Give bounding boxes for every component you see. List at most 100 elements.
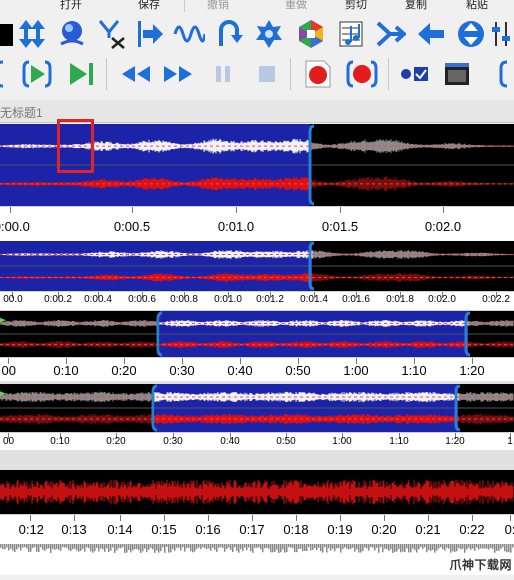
waveform-sample	[132, 544, 134, 550]
waveform-panel-6[interactable]	[0, 542, 514, 575]
insert-arrow-icon[interactable]	[133, 16, 167, 52]
waveform-sample	[328, 544, 330, 548]
redo-label[interactable]: 重做	[285, 0, 307, 12]
cut-label[interactable]: 剪切	[345, 0, 367, 12]
pause-icon[interactable]	[206, 59, 240, 89]
waveform-sample	[8, 544, 10, 550]
waveform-sample	[340, 544, 342, 553]
waveform-sample	[246, 544, 248, 550]
waveform-panel-3[interactable]	[0, 311, 514, 357]
waveform-sample	[128, 544, 130, 550]
waveform-sample	[294, 544, 296, 552]
waveform-sample	[292, 544, 294, 548]
waveform-sample	[114, 544, 116, 553]
waveform-panel-4[interactable]	[0, 384, 514, 432]
waveform-sample	[48, 544, 50, 548]
mixer-sliders-icon[interactable]	[490, 16, 514, 52]
vertical-resize-icon[interactable]	[454, 16, 488, 52]
time-ruler-2[interactable]: 00.00:00.20:00.40:00.60:00.80:01.00:01.2…	[0, 291, 514, 311]
stop-icon[interactable]	[250, 59, 284, 89]
waveform-sample	[90, 544, 92, 551]
waveform-sample	[356, 544, 358, 549]
waveform-sample	[376, 544, 378, 548]
waveform-sample	[314, 544, 316, 548]
ruler-tick-label: 1:10	[389, 436, 408, 447]
record-new-icon[interactable]	[300, 59, 336, 89]
ruler-tick-label: 00.0	[3, 294, 22, 305]
waveform-sample	[42, 544, 44, 550]
paste-label[interactable]: 粘贴	[466, 0, 488, 12]
document-tab-title[interactable]: 无标题1	[0, 104, 43, 121]
waveform-sample	[320, 544, 322, 551]
record-check-icon[interactable]	[396, 59, 432, 89]
waveform-sample	[348, 544, 350, 549]
ruler-tick	[428, 515, 429, 521]
waveform-sample	[78, 544, 80, 552]
color-palette-icon[interactable]	[294, 16, 328, 52]
waveform-sample	[278, 544, 280, 553]
time-ruler-5[interactable]: 0:120:130:140:150:160:170:180:190:200:21…	[0, 514, 514, 544]
bracket-marker-icon[interactable]	[0, 59, 8, 89]
sine-wave-icon[interactable]	[172, 16, 206, 52]
ruler-tick	[252, 515, 253, 521]
waveform-sample	[288, 544, 290, 547]
play-selection-icon[interactable]	[20, 59, 54, 89]
waveform-sample	[366, 544, 368, 548]
waveform-sample	[182, 544, 184, 547]
waveform-sample	[112, 544, 114, 547]
waveform-panel-2[interactable]	[0, 241, 514, 291]
trim-icon[interactable]	[95, 16, 129, 52]
effects-gear-icon[interactable]	[252, 16, 286, 52]
waveform-sample	[16, 544, 18, 549]
waveform-sample	[374, 544, 376, 550]
sphere-marker-icon[interactable]	[55, 16, 89, 52]
play-to-end-icon[interactable]	[64, 59, 98, 89]
waveform-sample	[316, 544, 318, 550]
copy-label[interactable]: 复制	[405, 0, 427, 12]
ruler-tick-label: 0:10	[53, 363, 78, 378]
ruler-tick	[74, 515, 75, 521]
open-label[interactable]: 打开	[60, 0, 82, 12]
waveform-sample	[258, 544, 260, 547]
waveform-sample	[92, 544, 94, 553]
fast-forward-icon[interactable]	[158, 59, 198, 89]
time-ruler-1[interactable]: 0:00.00:00.50:01.00:01.50:02.0	[0, 206, 514, 242]
rewind-icon[interactable]	[116, 59, 156, 89]
ruler-tick-label: 0:01.0	[214, 294, 242, 305]
save-label[interactable]: 保存	[138, 0, 160, 12]
ruler-tick-label: 1	[507, 436, 513, 447]
ruler-tick-label: 1:00	[332, 436, 351, 447]
undo-label[interactable]: 撤销	[207, 0, 229, 12]
waveform-sample	[216, 544, 218, 552]
arrow-left-icon[interactable]	[414, 16, 448, 52]
waveform-sample	[260, 544, 262, 549]
time-ruler-4[interactable]: 000:100:200:300:400:501:001:101:201	[0, 432, 514, 452]
waveform-sample	[306, 544, 308, 551]
ruler-tick-label: 0:00.0	[0, 219, 30, 234]
ruler-tick-label: 0:40	[220, 436, 239, 447]
ruler-tick-label: 1:10	[401, 363, 426, 378]
waveform-sample	[76, 544, 78, 551]
music-notes-icon[interactable]	[334, 16, 368, 52]
merge-arrows-icon[interactable]	[374, 16, 408, 52]
waveform-sample	[358, 544, 360, 553]
loop-icon[interactable]	[212, 16, 246, 52]
waveform-sample	[268, 544, 270, 549]
ruler-tick-label: 00	[3, 436, 14, 447]
waveform-sample	[336, 544, 338, 548]
time-ruler-3[interactable]: 000:100:200:300:400:501:001:101:20	[0, 357, 514, 383]
waveform-sample	[110, 544, 112, 551]
record-selection-icon[interactable]	[344, 59, 380, 89]
waveform-sample	[384, 544, 386, 549]
waveform-sample	[30, 544, 32, 552]
waveform-sample	[236, 544, 238, 551]
waveform-sample	[244, 544, 246, 548]
waveform-sample	[194, 544, 196, 552]
expand-vertical-icon[interactable]	[15, 16, 49, 52]
brackets-icon[interactable]	[494, 59, 514, 89]
waveform-sample	[186, 544, 188, 548]
waveform-panel-5[interactable]	[0, 470, 514, 514]
window-view-icon[interactable]	[440, 59, 474, 89]
waveform-sample	[136, 544, 138, 549]
ruler-tick-label: 0:20	[371, 522, 396, 537]
